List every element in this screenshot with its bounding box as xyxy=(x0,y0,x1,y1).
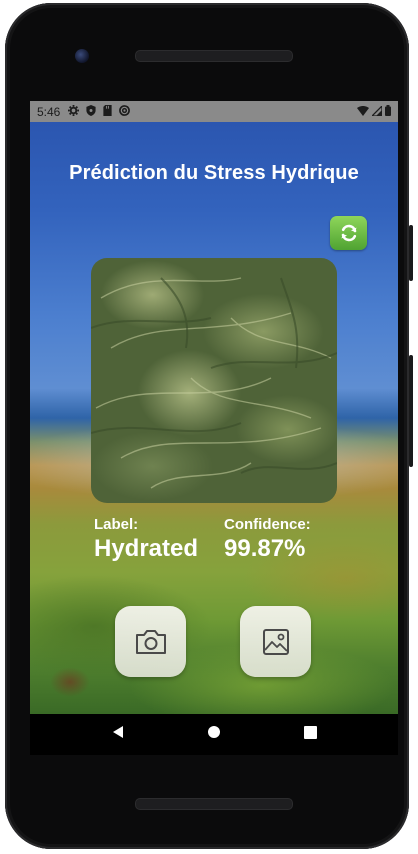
app-content: Prédiction du Stress Hydrique Label: Hyd… xyxy=(30,122,398,714)
status-time: 5:46 xyxy=(37,104,61,119)
gallery-button[interactable] xyxy=(240,606,311,677)
label-value: Hydrated xyxy=(94,535,199,562)
leaf-photo xyxy=(91,258,337,503)
signal-icon xyxy=(370,103,383,119)
gear-icon xyxy=(68,104,80,119)
leaf-texture xyxy=(91,277,337,489)
confidence-block: Confidence: 99.87% xyxy=(224,516,311,563)
bottom-speaker xyxy=(135,798,293,810)
phone-frame: 5:46 Prédiction du Stress Hydrique Label… xyxy=(5,3,413,849)
confidence-value: 99.87% xyxy=(224,535,306,562)
page-title: Prédiction du Stress Hydrique xyxy=(69,162,359,184)
label-caption: Label: xyxy=(94,516,139,533)
confidence-caption: Confidence: xyxy=(224,516,311,533)
back-icon[interactable] xyxy=(111,725,125,744)
at-sign-icon xyxy=(119,104,131,119)
recents-icon[interactable] xyxy=(303,725,317,744)
sd-card-icon xyxy=(103,104,112,119)
power-button xyxy=(409,225,413,281)
background-detail xyxy=(50,667,90,697)
front-camera xyxy=(75,49,89,63)
camera-icon xyxy=(135,629,166,654)
image-icon xyxy=(262,628,289,655)
home-icon[interactable] xyxy=(207,725,221,744)
volume-button xyxy=(409,355,413,467)
status-right-icons xyxy=(357,103,391,119)
earpiece-speaker xyxy=(135,50,293,62)
refresh-button[interactable] xyxy=(330,216,367,250)
camera-button[interactable] xyxy=(115,606,186,677)
screen: 5:46 Prédiction du Stress Hydrique Label… xyxy=(30,101,398,755)
battery-icon xyxy=(385,104,391,119)
shield-icon xyxy=(86,104,96,119)
label-block: Label: Hydrated xyxy=(94,516,198,563)
navigation-bar xyxy=(30,714,398,755)
status-bar: 5:46 xyxy=(30,101,398,122)
refresh-icon xyxy=(341,224,356,242)
wifi-icon xyxy=(357,105,369,119)
